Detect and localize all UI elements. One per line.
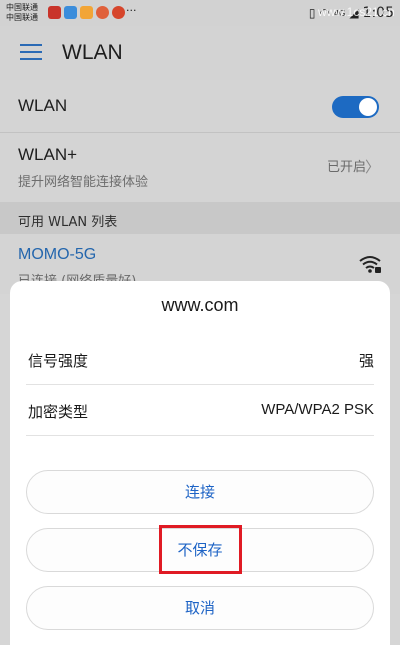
carrier-2: 中国联通 bbox=[6, 13, 38, 22]
chevron-right-icon: 〉 bbox=[364, 158, 380, 176]
security-label: 加密类型 bbox=[28, 403, 89, 421]
security-type-row: 加密类型 WPA/WPA2 PSK bbox=[26, 385, 374, 436]
watermark: www.1cs21.cn bbox=[318, 5, 395, 19]
weibo-icon bbox=[48, 6, 61, 19]
toggle-knob bbox=[359, 98, 377, 116]
security-value: WPA/WPA2 PSK bbox=[261, 401, 374, 418]
wlan-toggle[interactable] bbox=[332, 96, 379, 118]
wifi-lock-icon bbox=[359, 256, 381, 273]
telegram-icon bbox=[64, 6, 77, 19]
dialog-title: www.com bbox=[161, 295, 239, 315]
app-icon bbox=[80, 6, 93, 19]
page-title: WLAN bbox=[62, 41, 123, 64]
wlan-plus-subtitle: 提升网络智能连接体验 bbox=[18, 175, 149, 190]
connect-button[interactable]: 连接 bbox=[26, 470, 374, 514]
network-dialog: www.com 信号强度 强 加密类型 WPA/WPA2 PSK 连接 不保存 … bbox=[10, 281, 390, 645]
wlan-plus-status: 已开启 bbox=[326, 160, 366, 175]
more-notifications-icon: ··· bbox=[126, 4, 137, 17]
section-header: 可用 WLAN 列表 bbox=[0, 202, 400, 234]
wlan-label: WLAN bbox=[18, 96, 68, 115]
menu-icon[interactable] bbox=[20, 44, 42, 60]
status-bar: 中国联通 中国联通 ··· ▯ ◠ 4G ◢ 1:05 www.1cs21.cn bbox=[0, 0, 400, 26]
cancel-button[interactable]: 取消 bbox=[26, 586, 374, 630]
app-header: WLAN bbox=[0, 26, 400, 80]
signal-strength-row: 信号强度 强 bbox=[26, 334, 374, 385]
highlight-box bbox=[159, 525, 242, 574]
signal-label: 信号强度 bbox=[28, 352, 89, 370]
carrier-1: 中国联通 bbox=[6, 3, 38, 12]
weibo-icon bbox=[96, 6, 109, 19]
section-title: 可用 WLAN 列表 bbox=[18, 215, 118, 230]
weibo-icon bbox=[112, 6, 125, 19]
notification-icons bbox=[48, 6, 125, 19]
vibrate-icon: ▯ bbox=[308, 6, 316, 20]
divider bbox=[26, 435, 374, 436]
signal-value: 强 bbox=[358, 353, 374, 370]
network-name: MOMO-5G bbox=[18, 246, 97, 263]
wlan-plus-label: WLAN+ bbox=[18, 145, 78, 164]
